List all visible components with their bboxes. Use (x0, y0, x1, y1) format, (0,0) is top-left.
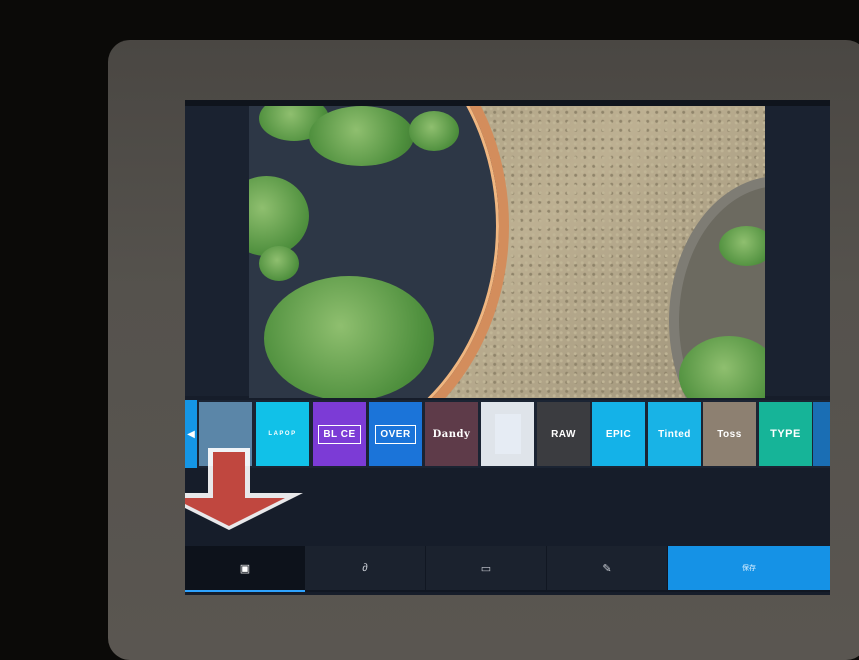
effect-tile-label (494, 414, 521, 454)
toolbar-tab[interactable]: ∂ (305, 546, 425, 590)
toolbar-tab[interactable]: ▭ (426, 546, 546, 590)
bottom-toolbar: ▣ ∂ ▭ ✎ 保存 (185, 546, 830, 592)
lily-pad (309, 106, 414, 166)
effect-tile[interactable]: OVER (369, 402, 422, 466)
effect-tile-label: RAW (551, 428, 576, 440)
photo-canvas[interactable] (249, 106, 765, 398)
effect-tile-label: Toss (717, 428, 742, 440)
pen-icon: ✎ (602, 562, 612, 575)
effect-tile-partial[interactable] (813, 402, 830, 466)
effect-tile-label: Tinted (658, 428, 691, 440)
effect-tile-label: LAPOP (268, 430, 297, 437)
effect-tile[interactable] (481, 402, 534, 466)
effect-tile-label: EPIC (605, 428, 632, 440)
canvas-margin-right (765, 106, 830, 396)
save-button[interactable]: 保存 (668, 546, 830, 590)
effect-tile-label: TYPE (770, 427, 801, 440)
frame-icon: ▭ (480, 562, 492, 575)
effect-tile[interactable]: Toss (703, 402, 756, 466)
crop-icon: ▣ (239, 562, 251, 575)
toolbar-tab[interactable]: ✎ (547, 546, 667, 590)
effect-tile[interactable]: BL CE (313, 402, 366, 466)
lily-pad (264, 276, 434, 398)
lily-pad (259, 246, 299, 281)
app-screen: ◀ LAPOP BL CE OVER Dandy RAW EPIC Tinted Toss TY… (185, 100, 830, 595)
link-icon: ∂ (362, 562, 368, 574)
canvas-margin-left (185, 106, 249, 396)
lily-pad (719, 226, 765, 266)
lily-pad (409, 111, 459, 151)
effect-tile-label: BL CE (318, 424, 361, 444)
effect-tile[interactable]: TYPE (759, 402, 812, 466)
effect-tile[interactable]: Tinted (648, 402, 701, 466)
effect-tile[interactable]: Dandy (425, 402, 478, 466)
effect-tile[interactable]: EPIC (592, 402, 645, 466)
down-arrow-annotation (185, 448, 303, 530)
effect-tile-label: OVER (375, 424, 416, 444)
effect-tile[interactable]: RAW (537, 402, 590, 466)
effect-tile-label: Dandy (432, 428, 471, 440)
toolbar-tab[interactable]: ▣ (185, 546, 305, 592)
